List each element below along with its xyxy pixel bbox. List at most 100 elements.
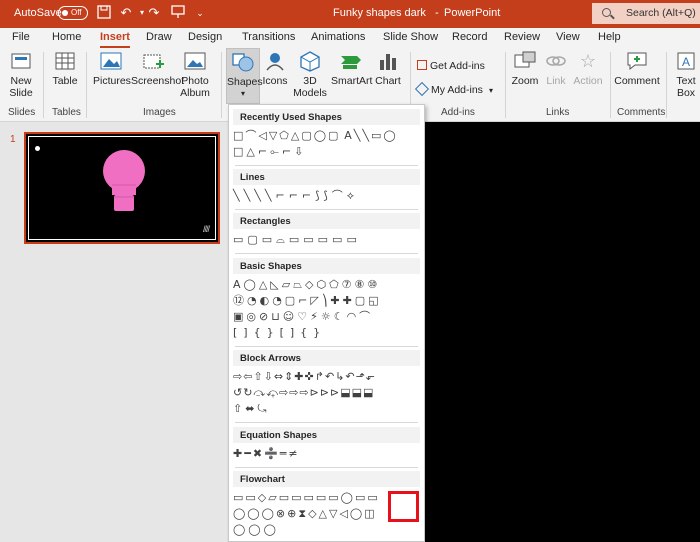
shape-glyphs[interactable]: ⇧⬌⤿: [233, 402, 270, 416]
link-icon: [544, 50, 568, 72]
tab-file[interactable]: File: [12, 31, 30, 43]
shape-glyphs[interactable]: ◯◯◯: [233, 523, 279, 537]
delay-shape-highlight: [388, 491, 419, 522]
shape-glyphs[interactable]: ▣◎⊘⊔☺♡⚡☼☾◠⌒: [233, 310, 373, 324]
group-label-slides: Slides: [8, 107, 36, 118]
tab-review[interactable]: Review: [504, 31, 540, 43]
action-label: Action: [573, 75, 603, 87]
my-addins-dropdown-icon: ▾: [488, 86, 493, 95]
chart-button[interactable]: Chart: [374, 50, 402, 87]
shape-row-arrows-2[interactable]: ↺↻⤼⤽⇨⇨⇨⊳⊳⊳⬓⬓⬓: [233, 386, 374, 400]
tab-design[interactable]: Design: [188, 31, 222, 43]
photo-album-icon: [183, 50, 207, 72]
tab-draw[interactable]: Draw: [146, 31, 172, 43]
comment-icon: [625, 50, 649, 72]
shape-glyphs[interactable]: □△⌐⟜⌐⇩: [233, 145, 306, 159]
shape-glyphs[interactable]: ▭▭◇▱▭▭▭▭▭◯▭▭: [233, 491, 380, 505]
screenshot-button[interactable]: Screenshot: [131, 50, 185, 87]
autosave-label: AutoSave: [14, 7, 62, 19]
tab-animations[interactable]: Animations: [311, 31, 365, 43]
autosave-toggle[interactable]: Off: [58, 6, 88, 20]
shape-row-recent-1[interactable]: □⌒◁▽⬠△▢◯▢ A╲╲▭◯: [233, 129, 398, 143]
text-box-button[interactable]: A Text Box: [672, 50, 700, 99]
table-icon: [53, 50, 77, 72]
shape-row-arrows-3[interactable]: ⇧⬌⤿: [233, 402, 270, 416]
shape-row-basic-2[interactable]: ⑫◔◐◔▢⌐◸⎞✚✚▢◱: [233, 294, 382, 308]
photo-album-button[interactable]: Photo Album: [177, 50, 213, 99]
shape-glyphs[interactable]: ◯◯◯⊗⊕⧗◇△▽◁◯◫: [233, 507, 377, 521]
table-button[interactable]: Table: [50, 50, 80, 87]
tab-home[interactable]: Home: [52, 31, 81, 43]
tab-slide-show[interactable]: Slide Show: [383, 31, 438, 43]
shape-glyphs[interactable]: □⌒◁▽⬠△▢◯▢ A╲╲▭◯: [233, 129, 398, 143]
3d-models-label: 3D Models: [293, 75, 327, 99]
shape-glyphs[interactable]: ▭▢▭⌓▭▭▭▭▭: [233, 233, 361, 247]
new-slide-button[interactable]: New Slide: [6, 50, 36, 99]
slide-thumbnail[interactable]: ////: [24, 132, 220, 244]
divider: [221, 52, 222, 118]
slide-canvas[interactable]: [424, 122, 700, 542]
shape-glyphs[interactable]: A◯△◺▱⏢◇⬡⬠⑦⑧⑩: [233, 278, 380, 292]
shape-row-flowchart-1[interactable]: ▭▭◇▱▭▭▭▭▭◯▭▭: [233, 491, 380, 505]
tab-record[interactable]: Record: [452, 31, 487, 43]
icons-button[interactable]: Icons: [262, 50, 288, 87]
screenshot-label: Screenshot: [131, 75, 185, 87]
shape-row-equation[interactable]: ✚━✖➗═≠: [233, 447, 300, 461]
section-divider: [235, 165, 418, 166]
undo-icon[interactable]: ↶: [118, 5, 134, 21]
shape-glyphs[interactable]: ⇨⇦⇧⇩⇔⇕✚✜↱↶↳↶⬏⬐: [233, 370, 376, 384]
table-label: Table: [52, 75, 78, 87]
icons-icon: [263, 50, 287, 72]
tab-transitions[interactable]: Transitions: [242, 31, 295, 43]
tab-view[interactable]: View: [556, 31, 580, 43]
shapes-icon: [231, 51, 255, 73]
get-addins-button[interactable]: Get Add-ins: [417, 60, 485, 72]
section-equation-shapes: Equation Shapes: [240, 430, 318, 441]
toggle-knob-icon: [62, 10, 68, 16]
autosave-state: Off: [71, 8, 82, 17]
shape-row-rectangles[interactable]: ▭▢▭⌓▭▭▭▭▭: [233, 233, 361, 247]
redo-icon[interactable]: ↷: [146, 5, 162, 21]
link-button[interactable]: Link: [543, 50, 569, 87]
my-addins-button[interactable]: My Add-ins ▾: [414, 81, 493, 97]
shape-row-basic-4[interactable]: []{}[]{}: [233, 326, 326, 340]
shape-row-recent-2[interactable]: □△⌐⟜⌐⇩: [233, 145, 306, 159]
3d-models-button[interactable]: 3D Models: [293, 50, 327, 99]
shape-row-lines[interactable]: ╲╲╲╲⌐⌐⌐⟆⟆⌒⟡: [233, 189, 358, 203]
action-button[interactable]: ☆ Action: [572, 50, 604, 87]
shapes-dropdown-icon: ▾: [240, 89, 245, 98]
shapes-dropdown-menu: Recently Used Shapes □⌒◁▽⬠△▢◯▢ A╲╲▭◯ □△⌐…: [228, 104, 425, 542]
section-divider: [235, 253, 418, 254]
present-icon[interactable]: [170, 5, 186, 21]
shapes-button[interactable]: Shapes ▾: [226, 48, 263, 104]
shape-glyphs[interactable]: []{}[]{}: [233, 326, 326, 340]
comment-button[interactable]: Comment: [614, 50, 660, 87]
tab-insert[interactable]: Insert: [100, 31, 130, 48]
save-icon[interactable]: [96, 5, 112, 21]
search-icon: [602, 8, 611, 17]
section-divider: [235, 209, 418, 210]
smartart-button[interactable]: SmartArt: [331, 50, 372, 87]
shape-glyphs[interactable]: ✚━✖➗═≠: [233, 447, 300, 461]
shape-glyphs[interactable]: ↺↻⤼⤽⇨⇨⇨⊳⊳⊳⬓⬓⬓: [233, 386, 374, 400]
section-lines: Lines: [240, 172, 265, 183]
shape-row-flowchart-2[interactable]: ◯◯◯⊗⊕⧗◇△▽◁◯◫: [233, 507, 377, 521]
zoom-button[interactable]: Zoom: [511, 50, 539, 87]
search-box[interactable]: Search (Alt+Q): [592, 3, 700, 24]
new-slide-label: New Slide: [9, 75, 33, 99]
store-icon: [417, 60, 427, 70]
shape-glyphs[interactable]: ⑫◔◐◔▢⌐◸⎞✚✚▢◱: [233, 294, 382, 308]
shape-row-flowchart-3[interactable]: ◯◯◯: [233, 523, 279, 537]
pictures-button[interactable]: Pictures: [93, 50, 131, 87]
shape-row-basic-3[interactable]: ▣◎⊘⊔☺♡⚡☼☾◠⌒: [233, 310, 373, 324]
section-rectangles: Rectangles: [240, 216, 291, 227]
shape-glyphs[interactable]: ╲╲╲╲⌐⌐⌐⟆⟆⌒⟡: [233, 189, 358, 203]
tab-help[interactable]: Help: [598, 31, 621, 43]
section-recently-used-shapes: Recently Used Shapes: [240, 112, 342, 123]
chart-icon: [376, 50, 400, 72]
text-box-icon: A: [674, 50, 698, 72]
ribbon-tabs: File Home Insert Draw Design Transitions…: [0, 28, 700, 48]
shape-row-arrows-1[interactable]: ⇨⇦⇧⇩⇔⇕✚✜↱↶↳↶⬏⬐: [233, 370, 376, 384]
shape-row-basic-1[interactable]: A◯△◺▱⏢◇⬡⬠⑦⑧⑩: [233, 278, 380, 292]
customize-toolbar-icon[interactable]: ⌄: [192, 5, 208, 21]
